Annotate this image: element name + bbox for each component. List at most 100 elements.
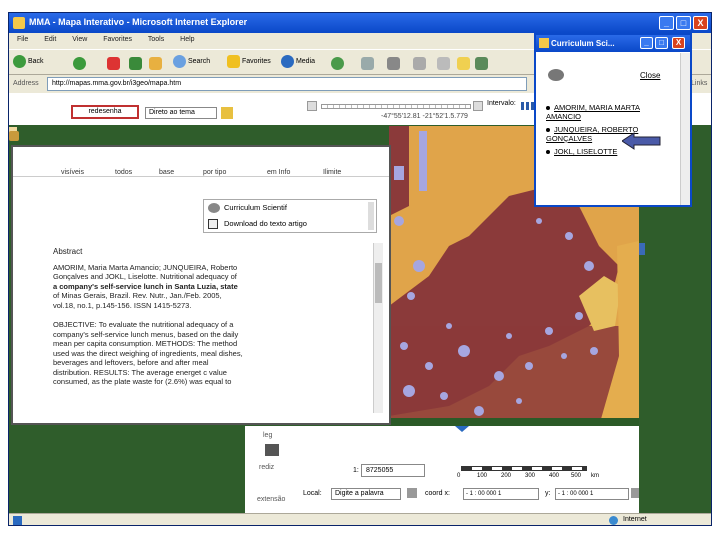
menu-edit[interactable]: Edit [44,36,56,43]
zoom-out-icon[interactable] [307,101,317,111]
cv-author-3[interactable]: JOKL, LISELOTTE [554,147,617,156]
cv-app-icon [539,38,549,48]
citation-line-5: vol.18, no.1, p.145-156. ISSN 1415-5273. [53,300,192,310]
coords-readout: -47°55'12.81 -21°52'1.5.779 [381,113,468,120]
tab-por-tipo[interactable]: por tipo [203,169,226,176]
download-link[interactable]: Download do texto artigo [224,219,307,228]
messenger-icon[interactable] [457,57,470,70]
tab-visiveis[interactable]: visíveis [61,169,84,176]
home-icon[interactable] [149,57,162,70]
globe-icon [609,516,618,525]
links-label[interactable]: Links [691,76,707,92]
objective-line-4: used was the direct weighing of ingredie… [53,348,243,358]
citation-line-4: of Minas Gerais, Brazil. Rev. Nutr., Jan… [53,291,222,300]
back-label: Back [27,58,44,65]
redesenha-button[interactable]: redesenha [71,105,139,119]
collapse-icon[interactable] [455,426,469,432]
menu-tools[interactable]: Tools [148,36,164,43]
history-icon[interactable] [331,57,344,70]
citation-line-2: Gonçalves and JOKL, Liselotte. Nutrition… [53,272,237,281]
scale-label: 1: [353,467,359,474]
cv-maximize-button[interactable]: □ [655,37,668,49]
cv-close-button[interactable]: X [672,37,685,49]
dialog-scrollbar[interactable] [373,243,383,413]
cv-close-link[interactable]: Close [640,71,660,80]
coord-x-input[interactable]: - 1 : 00 000 1 [463,488,539,500]
bullet-icon [546,106,550,111]
tab-row: visíveis todos base por tipo em Info Ili… [13,147,389,177]
cv-title: Curriculum Sci... [551,39,615,48]
window-title: MMA - Mapa Interativo - Microsoft Intern… [29,17,248,27]
tab-em-info[interactable]: em Info [267,169,290,176]
cv-logo-icon [548,69,564,81]
layer-select[interactable]: Direto ao tema [145,107,217,119]
pointer-arrow-icon [622,132,661,150]
coord-x-label: coord x: [425,490,450,497]
media-button[interactable]: Media [281,53,315,71]
search-label: Search [187,58,211,65]
favorites-button[interactable]: Favorites [227,53,271,71]
objective-line-3: mean per capita consumption. METHODS: Th… [53,339,238,348]
scale-tick-1: 100 [477,473,488,479]
search-icon [173,54,186,68]
side-label-rediz: rediz [259,464,275,471]
stop-icon[interactable] [107,57,120,70]
discuss-icon[interactable] [437,57,450,70]
context-popup: Curriculum Scientif Download do texto ar… [203,199,377,233]
mail-icon[interactable] [361,57,374,70]
expand-right-icon[interactable] [639,243,645,255]
menu-favorites[interactable]: Favorites [103,36,132,43]
menu-view[interactable]: View [72,36,87,43]
refresh-icon[interactable] [129,57,142,70]
cv-scrollbar[interactable] [680,53,690,205]
coord-y-input[interactable]: - 1 : 00 000 1 [555,488,629,500]
tab-ilimite[interactable]: Ilimite [323,169,341,176]
coord-go-icon[interactable] [631,488,639,498]
close-button[interactable]: X [693,16,708,30]
cv-minimize-button[interactable]: _ [640,37,653,49]
back-arrow-icon [13,54,26,68]
citation-line-3: a company's self-service lunch in Santa … [53,281,238,291]
zoom-in-icon[interactable] [473,101,483,111]
layers-dialog: visíveis todos base por tipo em Info Ili… [11,145,391,425]
bullet-icon [546,150,550,155]
scale-tick-2: 200 [501,473,512,479]
curriculum-icon [208,203,220,213]
legend-icon[interactable] [265,444,279,456]
curriculum-link[interactable]: Curriculum Scientif [224,203,287,212]
title-bar: MMA - Mapa Interativo - Microsoft Intern… [9,13,711,33]
side-label-leg: leg [263,432,273,439]
minimize-button[interactable]: _ [659,16,674,30]
star-icon [227,54,240,68]
forward-icon[interactable] [73,57,86,70]
cv-author-item[interactable]: AMORIM, MARIA MARTA AMANCIO [546,103,674,121]
research-icon[interactable] [475,57,488,70]
menu-file[interactable]: File [17,36,28,43]
pencil-icon[interactable] [221,107,233,119]
local-search-icon[interactable] [407,488,417,498]
coord-y-label: y: [545,490,551,497]
cv-title-bar: Curriculum Sci... _ □ X [536,35,690,52]
menu-help[interactable]: Help [180,36,194,43]
search-button[interactable]: Search [173,53,210,71]
print-icon[interactable] [387,57,400,70]
maximize-button[interactable]: □ [676,16,691,30]
zoom-slider[interactable] [321,104,471,109]
cv-author-1[interactable]: AMORIM, MARIA MARTA AMANCIO [546,103,640,121]
tab-todos[interactable]: todos [115,169,132,176]
scale-tick-4: 400 [549,473,560,479]
favorites-label: Favorites [241,58,271,65]
local-label: Local: [303,490,322,497]
local-input[interactable]: Digite a palavra [331,488,401,500]
ie-app-icon [13,17,25,29]
scale-input[interactable]: 8725055 [361,464,425,477]
key-icon[interactable] [9,131,19,141]
address-input[interactable]: http://mapas.mma.gov.br/i3geo/mapa.htm [47,77,527,91]
back-button[interactable]: Back [13,53,44,71]
popup-scrollbar[interactable] [368,202,374,230]
document-icon [208,219,218,229]
dialog-scroll-thumb[interactable] [375,263,382,303]
scale-bar [461,466,587,471]
edit-icon[interactable] [413,57,426,70]
tab-base[interactable]: base [159,169,174,176]
